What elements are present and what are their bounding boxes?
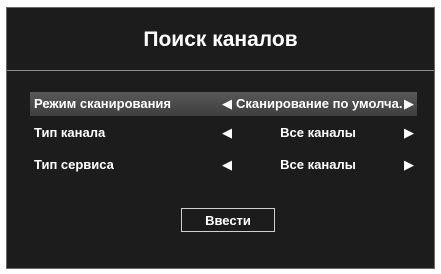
service-type-label: Тип сервиса (34, 157, 114, 172)
enter-button[interactable]: Ввести (181, 208, 275, 232)
arrow-left-icon[interactable]: ◀ (222, 92, 232, 116)
arrow-left-icon[interactable]: ◀ (222, 153, 232, 177)
scan-mode-value: Сканирование по умолча... (236, 96, 402, 111)
scan-mode-label: Режим сканирования (34, 96, 172, 111)
arrow-right-icon[interactable]: ▶ (404, 92, 414, 116)
channel-type-label: Тип канала (34, 125, 106, 140)
dialog-title: Поиск каналов (143, 27, 298, 51)
channel-type-value: Все каналы (280, 125, 356, 140)
channel-search-dialog: Поиск каналов Режим сканирования ◀ Скани… (6, 7, 435, 269)
arrow-right-icon[interactable]: ▶ (404, 153, 414, 177)
setting-row-scan-mode[interactable]: Режим сканирования ◀ Сканирование по умо… (30, 92, 417, 116)
arrow-left-icon[interactable]: ◀ (222, 121, 232, 145)
arrow-right-icon[interactable]: ▶ (404, 121, 414, 145)
setting-row-channel-type[interactable]: Тип канала ◀ Все каналы ▶ (30, 121, 417, 145)
setting-row-service-type[interactable]: Тип сервиса ◀ Все каналы ▶ (30, 153, 417, 177)
service-type-value: Все каналы (280, 157, 356, 172)
title-divider (7, 70, 434, 71)
